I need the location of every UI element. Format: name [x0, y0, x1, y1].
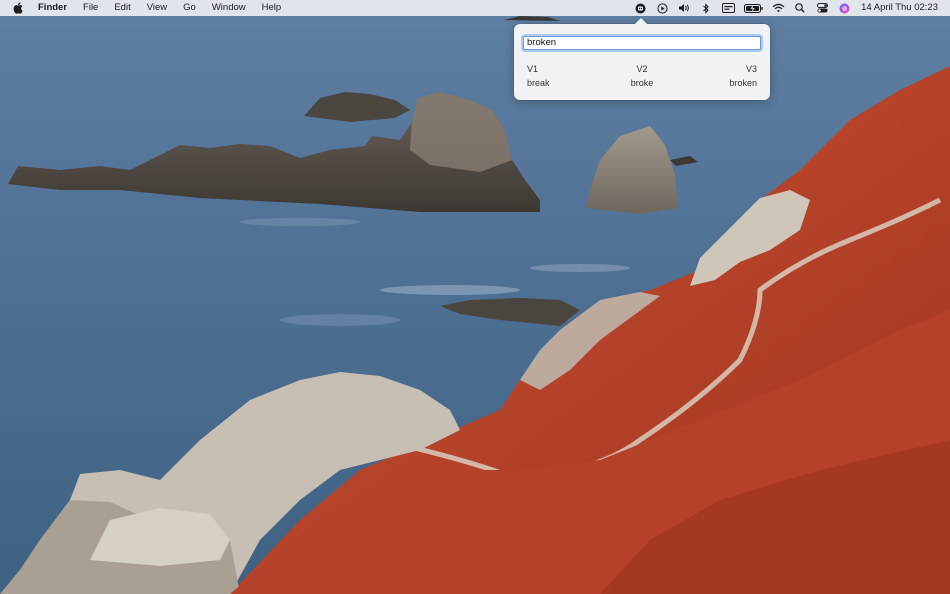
menu-file[interactable]: File	[75, 0, 106, 16]
app-indicator-icon[interactable]	[629, 0, 651, 16]
value-v3[interactable]: broken	[681, 76, 757, 90]
battery-charging-icon[interactable]	[739, 0, 767, 16]
bluetooth-icon[interactable]	[695, 0, 717, 16]
apple-logo-icon[interactable]	[12, 0, 24, 16]
menu-go[interactable]: Go	[175, 0, 204, 16]
menu-help[interactable]: Help	[254, 0, 290, 16]
popover-arrow	[635, 18, 647, 24]
desktop-wallpaper	[0, 0, 950, 594]
wifi-icon[interactable]	[767, 0, 789, 16]
keyboard-input-icon[interactable]	[717, 0, 739, 16]
search-icon[interactable]	[789, 0, 811, 16]
menu-window[interactable]: Window	[204, 0, 254, 16]
siri-icon[interactable]	[833, 0, 855, 16]
volume-icon[interactable]	[673, 0, 695, 16]
value-v1[interactable]: break	[527, 76, 603, 90]
header-v3: V3	[745, 64, 757, 74]
verb-forms-table: V1 V2 V3 break broke broken	[527, 62, 757, 90]
header-v1: V1	[527, 64, 539, 74]
menu-view[interactable]: View	[139, 0, 175, 16]
value-v2[interactable]: broke	[604, 76, 680, 90]
control-center-icon[interactable]	[811, 0, 833, 16]
menu-bar-left: Finder File Edit View Go Window Help	[0, 0, 289, 16]
header-v2: V2	[636, 64, 648, 74]
verb-forms-header-row: V1 V2 V3	[527, 62, 757, 76]
menu-edit[interactable]: Edit	[106, 0, 138, 16]
verb-search-input[interactable]	[523, 36, 761, 50]
menu-bar: Finder File Edit View Go Window Help 14 …	[0, 0, 950, 16]
verb-forms-value-row: break broke broken	[527, 76, 757, 90]
menu-bar-clock[interactable]: 14 April Thu 02:23	[855, 0, 950, 16]
menu-finder[interactable]: Finder	[30, 0, 75, 16]
play-circle-icon[interactable]	[651, 0, 673, 16]
verb-forms-popover: V1 V2 V3 break broke broken	[514, 18, 770, 100]
menu-bar-status-area: 14 April Thu 02:23	[629, 0, 950, 16]
